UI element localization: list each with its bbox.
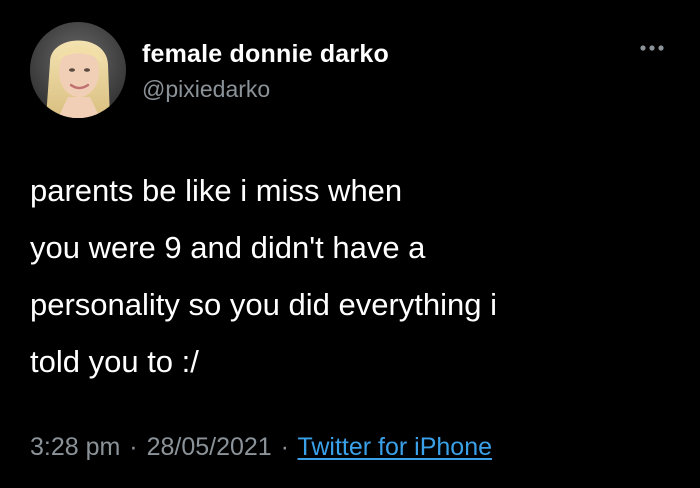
- profile-photo-icon: [30, 22, 126, 118]
- tweet-time[interactable]: 3:28 pm: [30, 433, 120, 461]
- author-display-name[interactable]: female donnie darko: [142, 40, 389, 69]
- tweet-text-line: parents be like i miss when: [30, 173, 403, 208]
- author-handle[interactable]: @pixiedarko: [142, 76, 270, 103]
- tweet-source-link[interactable]: Twitter for iPhone: [297, 433, 492, 461]
- meta-separator: ·: [129, 433, 138, 461]
- more-options-button[interactable]: [632, 36, 672, 60]
- tweet-text-line: personality so you did everything i: [30, 287, 497, 322]
- more-options-icon: [640, 45, 664, 51]
- tweet-text-line: you were 9 and didn't have a: [30, 230, 426, 265]
- tweet-card: female donnie darko @pixiedarko parents …: [0, 0, 700, 488]
- tweet-meta: 3:28 pm · 28/05/2021 · Twitter for iPhon…: [30, 433, 492, 462]
- tweet-text-line: told you to :/: [30, 344, 199, 379]
- tweet-date[interactable]: 28/05/2021: [147, 433, 272, 461]
- avatar[interactable]: [30, 22, 126, 118]
- tweet-text: parents be like i miss when you were 9 a…: [30, 162, 670, 390]
- meta-separator: ·: [280, 433, 289, 461]
